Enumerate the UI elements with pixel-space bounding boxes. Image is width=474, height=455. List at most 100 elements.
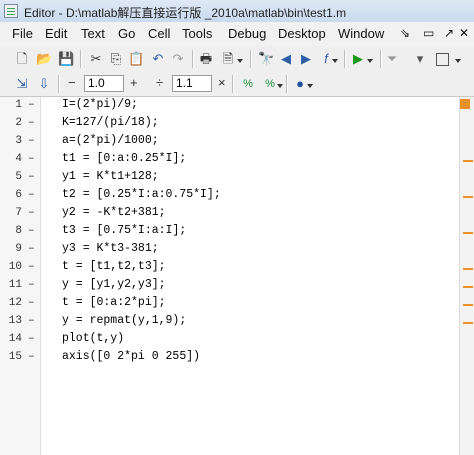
code-text[interactable]: y = [y1,y2,y3]; (62, 278, 166, 291)
code-line[interactable]: 12– t = [0:a:2*pi]; (0, 295, 474, 313)
breakpoint-dash[interactable]: – (28, 117, 35, 129)
code-text[interactable]: t3 = [0.75*I:a:I]; (62, 224, 186, 237)
find-icon[interactable]: 🔭 (258, 51, 274, 67)
warning-marker[interactable] (463, 322, 473, 324)
evaluate-cell-icon[interactable]: ⇩ (36, 76, 52, 92)
breakpoint-dash[interactable]: – (28, 207, 35, 219)
breakpoint-dash[interactable]: – (28, 153, 35, 165)
code-line[interactable]: 7– y2 = -K*t2+381; (0, 205, 474, 223)
run-dropdown-icon[interactable] (366, 51, 374, 67)
code-line[interactable]: 4– t1 = [0:a:0.25*I]; (0, 151, 474, 169)
code-line[interactable]: 11– y = [y1,y2,y3]; (0, 277, 474, 295)
menu-window[interactable]: Window (338, 26, 384, 41)
code-text[interactable]: y3 = K*t3-381; (62, 242, 159, 255)
code-text[interactable]: axis([0 2*pi 0 255]) (62, 350, 200, 363)
help-dropdown-icon[interactable] (306, 76, 314, 92)
breakpoint-dash[interactable]: – (28, 315, 35, 327)
layout-dropdown-icon[interactable] (454, 51, 462, 67)
breakpoint-dash[interactable]: – (28, 135, 35, 147)
paste-icon[interactable]: 📋 (128, 51, 144, 67)
menu-text[interactable]: Text (81, 26, 105, 41)
code-text[interactable]: y = repmat(y,1,9); (62, 314, 186, 327)
dock-layout-icon[interactable] (436, 53, 449, 66)
code-text[interactable]: y1 = K*t1+128; (62, 170, 159, 183)
breakpoint-dash[interactable]: – (28, 99, 35, 111)
code-text[interactable]: plot(t,y) (62, 332, 124, 345)
warning-marker[interactable] (463, 286, 473, 288)
breakpoint-dash[interactable]: – (28, 333, 35, 345)
breakpoint-dash[interactable]: – (28, 225, 35, 237)
breakpoint-dash[interactable]: – (28, 189, 35, 201)
menu-undock-icon[interactable]: ↗ (444, 26, 454, 40)
code-line[interactable]: 10– t = [t1,t2,t3]; (0, 259, 474, 277)
increment-button[interactable]: + (130, 75, 138, 90)
code-text[interactable]: t1 = [0:a:0.25*I]; (62, 152, 186, 165)
menu-debug[interactable]: Debug (228, 26, 266, 41)
cell-mode-icon[interactable]: ⇲ (14, 76, 30, 92)
code-line[interactable]: 15– axis([0 2*pi 0 255]) (0, 349, 474, 367)
warning-marker[interactable] (463, 196, 473, 198)
stack-dropdown-icon[interactable]: ▾ (412, 51, 428, 67)
undo-icon[interactable]: ↶ (150, 51, 166, 67)
code-line[interactable]: 5– y1 = K*t1+128; (0, 169, 474, 187)
percent-dropdown-icon[interactable] (276, 76, 284, 92)
code-line[interactable]: 13– y = repmat(y,1,9); (0, 313, 474, 331)
code-line[interactable]: 6– t2 = [0.25*I:a:0.75*I]; (0, 187, 474, 205)
code-line[interactable]: 8– t3 = [0.75*I:a:I]; (0, 223, 474, 241)
code-text[interactable]: K=127/(pi/18); (62, 116, 159, 129)
decrement-button[interactable]: − (68, 75, 76, 90)
code-text[interactable]: y2 = -K*t2+381; (62, 206, 166, 219)
warning-marker[interactable] (463, 304, 473, 306)
code-editor[interactable]: 1– I=(2*pi)/9; 2– K=127/(pi/18); 3– a=(2*pi)/… (0, 97, 474, 455)
menu-close-icon[interactable]: ✕ (459, 26, 469, 40)
code-text[interactable]: t = [t1,t2,t3]; (62, 260, 166, 273)
menu-edit[interactable]: Edit (45, 26, 67, 41)
back-arrow-icon[interactable]: ◀ (278, 51, 294, 67)
redo-icon[interactable]: ↷ (170, 51, 186, 67)
breakpoint-dash[interactable]: – (28, 171, 35, 183)
copy-icon[interactable]: ⎘ (108, 51, 124, 67)
menu-tools[interactable]: Tools (182, 26, 212, 41)
breakpoint-dash[interactable]: – (28, 279, 35, 291)
code-line[interactable]: 1– I=(2*pi)/9; (0, 97, 474, 115)
cut-icon[interactable]: ✂ (88, 51, 104, 67)
warning-marker[interactable] (463, 268, 473, 270)
multiply-button[interactable]: × (218, 75, 226, 90)
comment-percent-icon[interactable]: % (240, 76, 256, 92)
new-file-icon[interactable]: 🗋 (14, 51, 30, 67)
print-icon[interactable]: 🖶 (198, 51, 214, 67)
message-bar[interactable] (459, 97, 474, 455)
menu-cell[interactable]: Cell (148, 26, 170, 41)
save-icon[interactable]: 💾 (58, 51, 74, 67)
menu-go[interactable]: Go (118, 26, 135, 41)
code-text[interactable]: t2 = [0.25*I:a:0.75*I]; (62, 188, 221, 201)
menu-file[interactable]: File (12, 26, 33, 41)
debug-button-icon[interactable]: ⏷ (384, 51, 400, 67)
run-icon[interactable]: ▶ (350, 51, 366, 67)
code-line[interactable]: 2– K=127/(pi/18); (0, 115, 474, 133)
publish-dropdown-icon[interactable] (236, 51, 244, 67)
divide-value-input[interactable]: 1.1 (172, 75, 212, 92)
code-text[interactable]: t = [0:a:2*pi]; (62, 296, 166, 309)
code-line[interactable]: 9– y3 = K*t3-381; (0, 241, 474, 259)
code-line[interactable]: 3– a=(2*pi)/1000; (0, 133, 474, 151)
warning-marker[interactable] (463, 232, 473, 234)
breakpoint-dash[interactable]: – (28, 297, 35, 309)
breakpoint-dash[interactable]: – (28, 261, 35, 273)
open-file-icon[interactable]: 📂 (36, 51, 52, 67)
breakpoint-dash[interactable]: – (28, 243, 35, 255)
function-dropdown-icon[interactable] (331, 51, 339, 67)
publish-icon[interactable]: 🗎 (220, 51, 236, 67)
warning-status-indicator[interactable] (460, 99, 470, 109)
divide-button[interactable]: ÷ (156, 75, 163, 90)
decrement-value-input[interactable]: 1.0 (84, 75, 124, 92)
menu-restore-icon[interactable]: ⇘ (400, 26, 410, 40)
menu-minimize-icon[interactable]: ▭ (423, 26, 434, 40)
code-text[interactable]: a=(2*pi)/1000; (62, 134, 159, 147)
code-text[interactable]: I=(2*pi)/9; (62, 98, 138, 111)
warning-marker[interactable] (463, 160, 473, 162)
breakpoint-dash[interactable]: – (28, 351, 35, 363)
code-line[interactable]: 14– plot(t,y) (0, 331, 474, 349)
forward-arrow-icon[interactable]: ▶ (298, 51, 314, 67)
menu-desktop[interactable]: Desktop (278, 26, 326, 41)
